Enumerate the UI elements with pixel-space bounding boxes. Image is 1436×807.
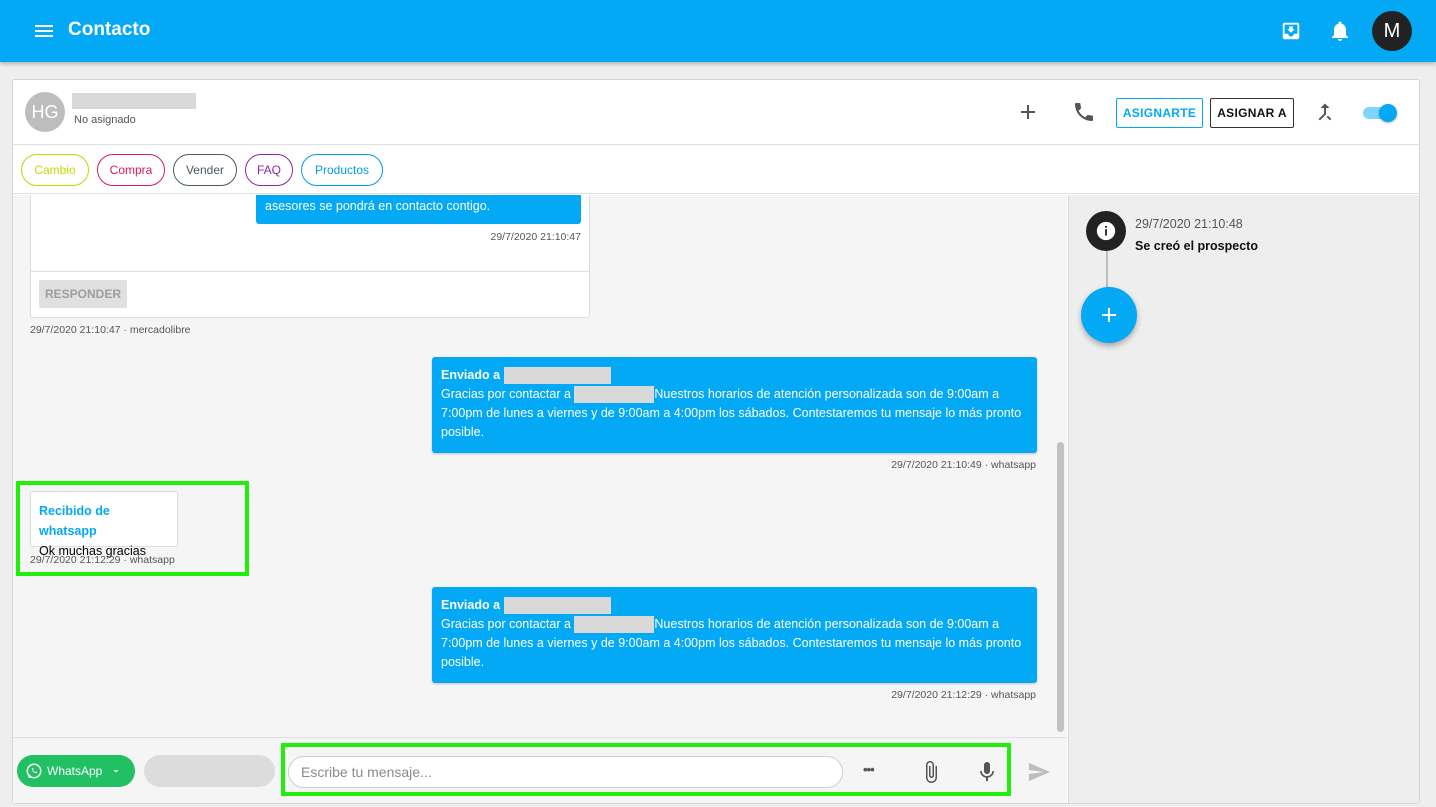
card-bubble-time: 29/7/2020 21:10:47 <box>490 231 581 243</box>
sent-prefix: Gracias por contactar a <box>441 387 571 401</box>
mercadolibre-message-card: asesores se pondrá en contacto contigo. … <box>30 195 590 318</box>
chat-area: asesores se pondrá en contacto contigo. … <box>13 195 1067 737</box>
sent-header: Enviado a <box>441 368 501 382</box>
assign-to-button[interactable]: ASIGNAR A <box>1210 98 1294 128</box>
page-title: Contacto <box>68 19 151 40</box>
sent-prefix: Gracias por contactar a <box>441 617 571 631</box>
tag-bar: Cambio Compra Vender FAQ Productos <box>13 145 1419 194</box>
message-input[interactable] <box>288 756 843 788</box>
sent-message: Enviado a Gracias por contactar a Nuestr… <box>432 357 1037 453</box>
assignment-status: No asignado <box>74 114 136 126</box>
attach-icon[interactable] <box>919 760 943 784</box>
channel-selector[interactable]: WhatsApp <box>17 755 135 787</box>
redacted-selector[interactable] <box>144 755 275 787</box>
timeline-text: Se creó el prospecto <box>1135 239 1258 253</box>
message-meta: 29/7/2020 21:12:29 · whatsapp <box>891 689 1036 701</box>
menu-icon[interactable] <box>31 19 57 43</box>
send-icon[interactable] <box>1027 760 1051 784</box>
contact-header: HG No asignado ASIGNARTE ASIGNAR A <box>13 80 1419 145</box>
microphone-icon[interactable] <box>975 760 999 784</box>
tag-compra[interactable]: Compra <box>97 154 165 186</box>
received-message: Recibido de whatsapp Ok muchas gracias <box>30 491 178 558</box>
app-bar: Contacto M <box>0 0 1436 62</box>
card-bubble-text: asesores se pondrá en contacto contigo. <box>256 195 581 224</box>
timeline-connector <box>1106 251 1108 291</box>
contact-name-redacted <box>72 93 196 109</box>
add-icon[interactable] <box>1016 100 1040 124</box>
merge-icon[interactable] <box>1313 100 1337 124</box>
contact-avatar: HG <box>25 92 65 132</box>
inbox-download-icon[interactable] <box>1280 20 1302 42</box>
company-redacted <box>574 386 655 404</box>
company-redacted <box>574 616 655 634</box>
received-header: Recibido de whatsapp <box>39 504 110 538</box>
bell-icon[interactable] <box>1328 19 1352 43</box>
tag-productos[interactable]: Productos <box>301 154 383 186</box>
phone-icon[interactable] <box>1072 100 1096 124</box>
info-icon <box>1086 211 1126 251</box>
add-activity-button[interactable] <box>1081 287 1137 343</box>
message-meta: 29/7/2020 21:12:29 · whatsapp <box>30 554 175 566</box>
whatsapp-icon <box>26 763 42 779</box>
channel-label: WhatsApp <box>47 764 103 778</box>
tag-vender[interactable]: Vender <box>173 154 237 186</box>
status-toggle[interactable] <box>1363 104 1399 122</box>
sent-header: Enviado a <box>441 598 501 612</box>
timeline-time: 29/7/2020 21:10:48 <box>1135 217 1243 231</box>
message-meta: 29/7/2020 21:10:47 · mercadolibre <box>30 324 191 336</box>
tag-faq[interactable]: FAQ <box>245 154 293 186</box>
assign-me-button[interactable]: ASIGNARTE <box>1116 98 1203 128</box>
contact-panel: HG No asignado ASIGNARTE ASIGNAR A Cambi… <box>12 79 1420 804</box>
user-avatar[interactable]: M <box>1372 11 1412 51</box>
reply-button[interactable]: RESPONDER <box>39 280 127 308</box>
chevron-down-icon <box>113 770 119 773</box>
chat-scrollbar[interactable] <box>1055 195 1067 737</box>
composer-bar: WhatsApp ••• <box>13 737 1067 803</box>
more-options-icon[interactable]: ••• <box>863 762 889 786</box>
sent-message: Enviado a Gracias por contactar a Nuestr… <box>432 587 1037 683</box>
message-meta: 29/7/2020 21:10:49 · whatsapp <box>891 459 1036 471</box>
tag-cambio[interactable]: Cambio <box>21 154 89 186</box>
recipient-redacted <box>503 367 611 385</box>
recipient-redacted <box>503 597 611 615</box>
activity-timeline: 29/7/2020 21:10:48 Se creó el prospecto <box>1068 195 1419 803</box>
card-divider <box>31 271 589 272</box>
plus-icon <box>1102 308 1116 322</box>
